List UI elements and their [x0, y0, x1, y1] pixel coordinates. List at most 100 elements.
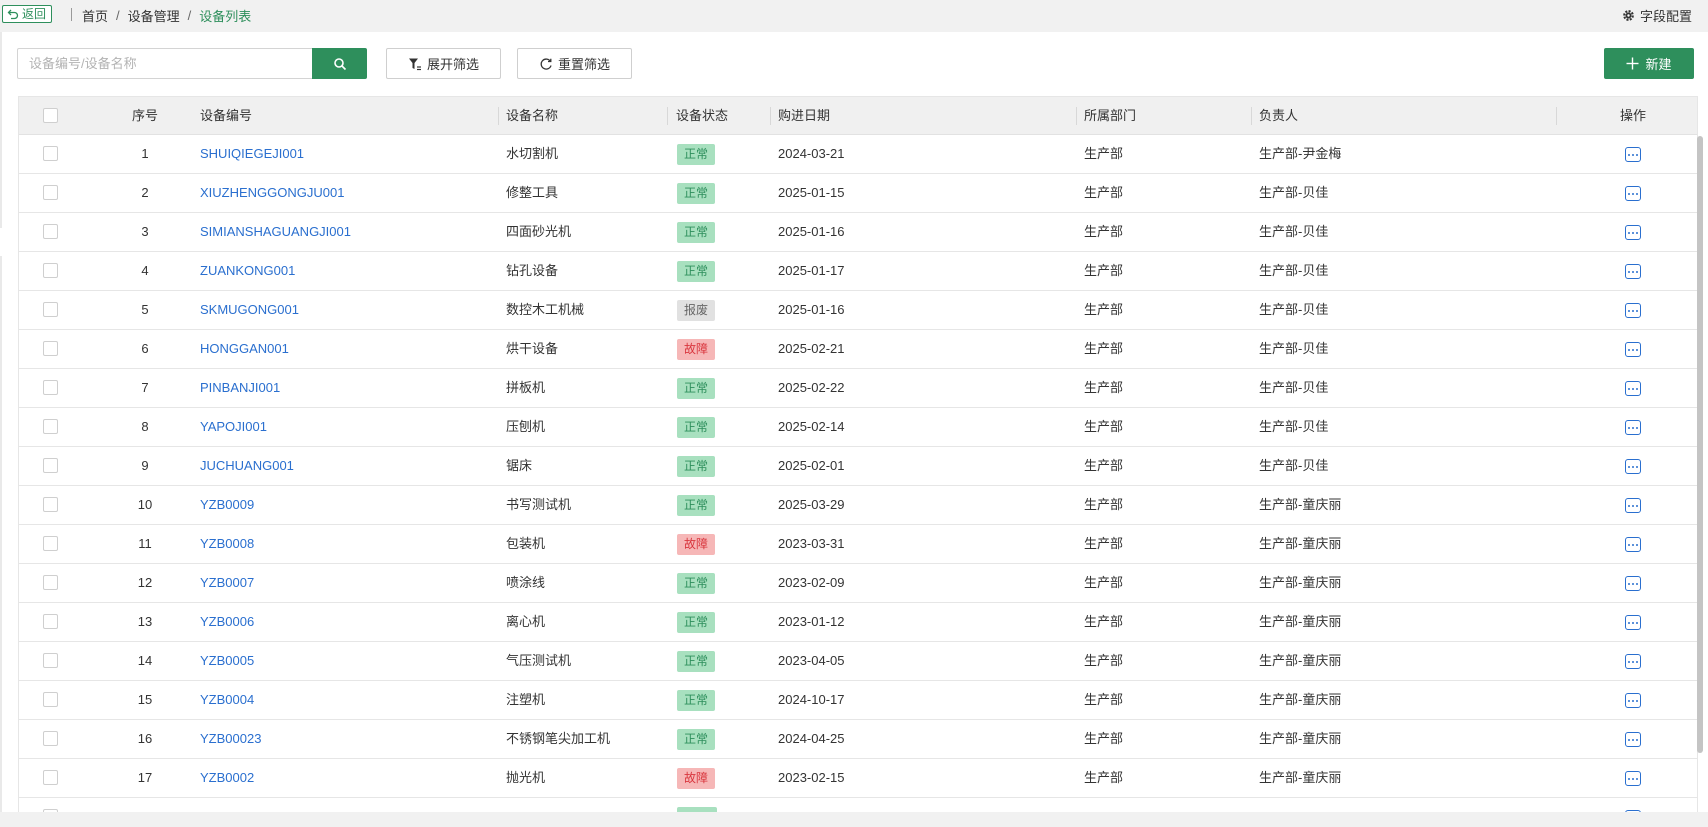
device-code-link[interactable]: HONGGAN001	[200, 330, 289, 368]
owner: 生产部-童庆丽	[1259, 497, 1342, 512]
table-row[interactable]: 3 SIMIANSHAGUANGJI001 四面砂光机 正常 2025-01-16 生产部…	[19, 213, 1697, 252]
gear-icon	[1623, 10, 1634, 21]
table-row[interactable]: 9 JUCHUANG001 锯床 正常 2025-02-01 生产部 生产部-贝佳	[19, 447, 1697, 486]
row-checkbox[interactable]	[43, 770, 58, 785]
more-icon[interactable]	[1625, 225, 1641, 240]
more-icon[interactable]	[1625, 381, 1641, 396]
search-input[interactable]	[17, 48, 313, 79]
column-divider[interactable]	[667, 107, 668, 125]
table-row[interactable]: 2 XIUZHENGGONGJU001 修整工具 正常 2025-01-15 生产部 生产部…	[19, 174, 1697, 213]
device-code-link[interactable]: YZB0002	[200, 759, 254, 797]
left-edge	[0, 32, 2, 827]
device-code-link[interactable]: JUCHUANG001	[200, 447, 294, 485]
row-checkbox[interactable]	[43, 263, 58, 278]
device-code-link[interactable]: YAPOJI001	[200, 408, 267, 446]
table-row[interactable]: 15 YZB0004 注塑机 正常 2024-10-17 生产部 生产部-童庆丽	[19, 681, 1697, 720]
more-icon[interactable]	[1625, 147, 1641, 162]
table-row[interactable]: 4 ZUANKONG001 钻孔设备 正常 2025-01-17 生产部 生产部-贝佳	[19, 252, 1697, 291]
back-button[interactable]: 返回	[2, 5, 53, 23]
device-code-link[interactable]: PINBANJI001	[200, 369, 280, 407]
device-code-link[interactable]: YZB0008	[200, 525, 254, 563]
device-code-link[interactable]: YZB0009	[200, 486, 254, 524]
more-icon[interactable]	[1625, 420, 1641, 435]
row-checkbox[interactable]	[43, 692, 58, 707]
row-checkbox[interactable]	[43, 380, 58, 395]
table-row[interactable]: 16 YZB00023 不锈钢笔尖加工机 正常 2024-04-25 生产部 生产部-童庆丽	[19, 720, 1697, 759]
row-checkbox[interactable]	[43, 458, 58, 473]
header-date[interactable]: 购进日期	[778, 97, 830, 135]
column-divider[interactable]	[1076, 107, 1077, 125]
column-divider[interactable]	[498, 107, 499, 125]
row-checkbox[interactable]	[43, 614, 58, 629]
more-icon[interactable]	[1625, 654, 1641, 669]
header-name[interactable]: 设备名称	[506, 97, 558, 135]
table-row[interactable]: 12 YZB0007 喷涂线 正常 2023-02-09 生产部 生产部-童庆丽	[19, 564, 1697, 603]
column-divider[interactable]	[770, 107, 771, 125]
more-icon[interactable]	[1625, 576, 1641, 591]
header-status[interactable]: 设备状态	[676, 97, 728, 135]
device-code-link[interactable]: YZB0006	[200, 603, 254, 641]
row-checkbox[interactable]	[43, 419, 58, 434]
table-row[interactable]	[19, 798, 1697, 813]
row-checkbox[interactable]	[43, 653, 58, 668]
table-row[interactable]: 13 YZB0006 离心机 正常 2023-01-12 生产部 生产部-童庆丽	[19, 603, 1697, 642]
row-checkbox[interactable]	[43, 497, 58, 512]
row-checkbox[interactable]	[43, 146, 58, 161]
more-icon[interactable]	[1625, 342, 1641, 357]
device-code-link[interactable]: SKMUGONG001	[200, 291, 299, 329]
more-icon[interactable]	[1625, 732, 1641, 747]
new-button[interactable]: 新建	[1604, 48, 1694, 79]
breadcrumb-home[interactable]: 首页	[82, 6, 108, 25]
owner: 生产部-童庆丽	[1259, 536, 1342, 551]
more-icon[interactable]	[1625, 537, 1641, 552]
table-row[interactable]: 10 YZB0009 书写测试机 正常 2025-03-29 生产部 生产部-童庆丽	[19, 486, 1697, 525]
device-code-link[interactable]: ZUANKONG001	[200, 252, 295, 290]
more-icon[interactable]	[1625, 264, 1641, 279]
header-owner[interactable]: 负责人	[1259, 97, 1298, 135]
breadcrumb-device-management[interactable]: 设备管理	[128, 6, 180, 25]
owner: 生产部-贝佳	[1259, 419, 1329, 434]
row-checkbox[interactable]	[43, 536, 58, 551]
table-row[interactable]: 17 YZB0002 抛光机 故障 2023-02-15 生产部 生产部-童庆丽	[19, 759, 1697, 798]
row-checkbox[interactable]	[43, 731, 58, 746]
table-row[interactable]: 8 YAPOJI001 压刨机 正常 2025-02-14 生产部 生产部-贝佳	[19, 408, 1697, 447]
dot	[1636, 621, 1638, 624]
header-dept[interactable]: 所属部门	[1084, 97, 1136, 135]
table-row[interactable]: 11 YZB0008 包装机 故障 2023-03-31 生产部 生产部-童庆丽	[19, 525, 1697, 564]
table-header: 序号 设备编号 设备名称 设备状态 购进日期 所属部门 负责人 操作	[19, 97, 1697, 135]
expand-filter-button[interactable]: 展开筛选	[386, 48, 501, 79]
device-code-link[interactable]: YZB00023	[200, 720, 261, 758]
more-icon[interactable]	[1625, 771, 1641, 786]
device-code-link[interactable]: SHUIQIEGEJI001	[200, 135, 304, 173]
column-divider[interactable]	[1251, 107, 1252, 125]
table-row[interactable]: 5 SKMUGONG001 数控木工机械 报废 2025-01-16 生产部 生产部-贝佳	[19, 291, 1697, 330]
column-divider[interactable]	[1556, 107, 1557, 125]
field-config-button[interactable]: 字段配置	[1621, 6, 1692, 25]
more-icon[interactable]	[1625, 186, 1641, 201]
select-all-checkbox[interactable]	[43, 108, 58, 123]
vertical-scrollbar[interactable]	[1697, 136, 1703, 753]
device-code-link[interactable]: YZB0005	[200, 642, 254, 680]
more-icon[interactable]	[1625, 303, 1641, 318]
row-checkbox[interactable]	[43, 302, 58, 317]
more-icon[interactable]	[1625, 498, 1641, 513]
more-icon[interactable]	[1625, 693, 1641, 708]
device-code-link[interactable]: YZB0007	[200, 564, 254, 602]
row-checkbox[interactable]	[43, 341, 58, 356]
more-icon[interactable]	[1625, 615, 1641, 630]
table-row[interactable]: 14 YZB0005 气压测试机 正常 2023-04-05 生产部 生产部-童庆丽	[19, 642, 1697, 681]
reset-filter-button[interactable]: 重置筛选	[517, 48, 632, 79]
device-code-link[interactable]: YZB0004	[200, 681, 254, 719]
row-checkbox[interactable]	[43, 575, 58, 590]
purchase-date: 2025-02-14	[778, 419, 845, 434]
table-row[interactable]: 7 PINBANJI001 拼板机 正常 2025-02-22 生产部 生产部-贝佳	[19, 369, 1697, 408]
table-row[interactable]: 1 SHUIQIEGEJI001 水切割机 正常 2024-03-21 生产部 生产部-尹金…	[19, 135, 1697, 174]
table-row[interactable]: 6 HONGGAN001 烘干设备 故障 2025-02-21 生产部 生产部-贝佳	[19, 330, 1697, 369]
device-code-link[interactable]: XIUZHENGGONGJU001	[200, 174, 344, 212]
search-button[interactable]	[312, 48, 367, 79]
header-code[interactable]: 设备编号	[200, 97, 252, 135]
row-checkbox[interactable]	[43, 185, 58, 200]
more-icon[interactable]	[1625, 459, 1641, 474]
row-checkbox[interactable]	[43, 224, 58, 239]
device-code-link[interactable]: SIMIANSHAGUANGJI001	[200, 213, 351, 251]
